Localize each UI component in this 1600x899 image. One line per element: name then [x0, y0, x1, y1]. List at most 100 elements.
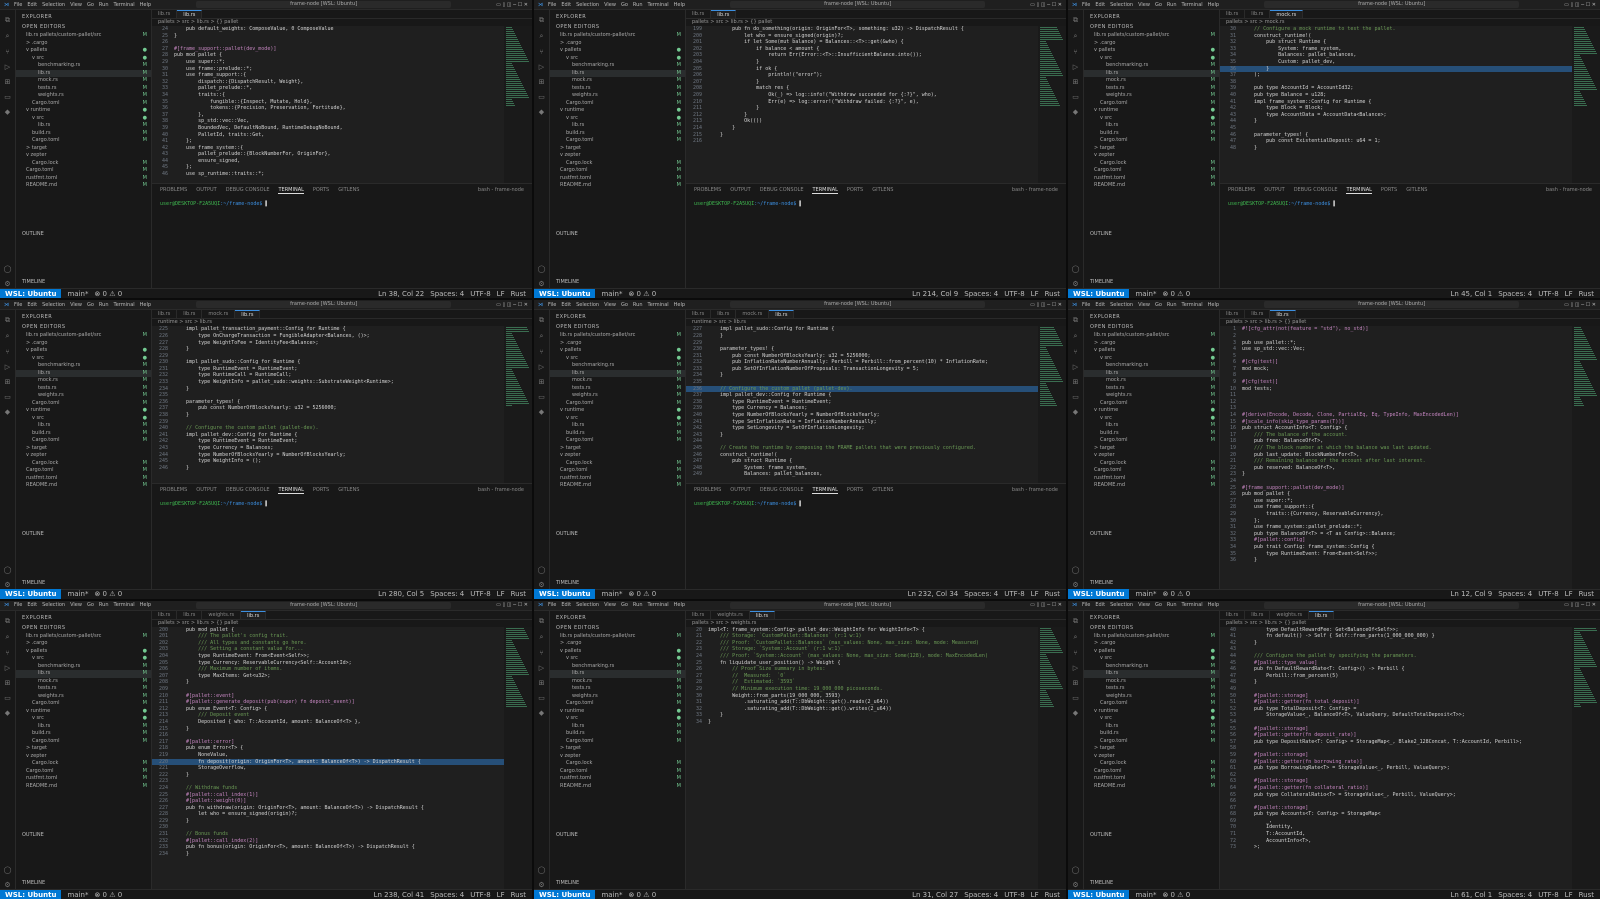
menu-item-file[interactable]: File [1082, 602, 1090, 608]
panel-tab[interactable]: DEBUG CONSOLE [760, 187, 804, 194]
tree-item[interactable]: v zepter [1084, 753, 1219, 761]
language-mode[interactable]: Rust [1579, 891, 1594, 899]
run-debug-icon[interactable]: ▷ [1073, 63, 1078, 71]
extensions-icon[interactable]: ⊞ [1073, 378, 1079, 386]
account-icon[interactable]: ◯ [4, 265, 12, 273]
editor-tab[interactable]: lib.rs [235, 310, 261, 319]
search-icon[interactable]: ⌕ [540, 32, 544, 41]
remote-explorer-icon[interactable]: ▭ [538, 93, 545, 101]
line-ending[interactable]: LF [1031, 590, 1039, 598]
tree-item[interactable]: lib.rs pallets/custom-pallet/src M [550, 32, 685, 40]
explorer-icon[interactable]: ⧉ [1073, 16, 1078, 25]
tree-item[interactable]: README.md M [550, 182, 685, 190]
panel-tab[interactable]: OUTPUT [730, 487, 750, 494]
tree-item[interactable]: v src ● [1084, 55, 1219, 63]
outline-section[interactable]: OUTLINE [1084, 530, 1219, 538]
menu-item-go[interactable]: Go [87, 2, 94, 8]
editor-tab[interactable]: lib.rs [711, 10, 737, 18]
run-debug-icon[interactable]: ▷ [5, 63, 10, 71]
tree-item[interactable]: v src ● [550, 655, 685, 663]
tree-item[interactable]: Cargo.toml M [1084, 400, 1219, 408]
extensions-icon[interactable]: ⊞ [539, 378, 545, 386]
line-ending[interactable]: LF [497, 590, 505, 598]
terminal-shell-label[interactable]: bash - frame-node [1012, 487, 1058, 494]
panel-tab[interactable]: DEBUG CONSOLE [226, 487, 270, 494]
tree-item[interactable]: v src ● [1084, 355, 1219, 363]
code-editor[interactable]: 1 #![cfg_attr(not(feature = "std"), no_st… [1220, 326, 1600, 589]
settings-gear-icon[interactable]: ⚙ [4, 881, 10, 889]
tree-item[interactable]: build.rs M [16, 730, 151, 738]
run-debug-icon[interactable]: ▷ [539, 63, 544, 71]
tree-item[interactable]: > target [16, 745, 151, 753]
menu-item-edit[interactable]: Edit [1095, 2, 1105, 8]
editor-tab[interactable]: lib.rs [686, 610, 712, 619]
docker-icon[interactable]: ◆ [5, 408, 10, 416]
menu-item-go[interactable]: Go [621, 302, 628, 308]
menu-item-view[interactable]: View [1138, 602, 1150, 608]
minimap[interactable] [1572, 326, 1600, 589]
line-ending[interactable]: LF [1565, 290, 1573, 298]
menu-item-help[interactable]: Help [674, 602, 685, 608]
tree-item[interactable]: > .cargo [1084, 40, 1219, 48]
tree-item[interactable]: rustfmt.toml M [550, 175, 685, 183]
encoding[interactable]: UTF-8 [1538, 891, 1558, 899]
git-branch[interactable]: main* [1135, 290, 1156, 298]
menu-item-selection[interactable]: Selection [576, 602, 599, 608]
git-branch[interactable]: main* [1135, 590, 1156, 598]
menu-item-view[interactable]: View [70, 602, 82, 608]
settings-gear-icon[interactable]: ⚙ [4, 581, 10, 589]
encoding[interactable]: UTF-8 [1538, 290, 1558, 298]
tree-item[interactable]: Cargo.toml M [550, 738, 685, 746]
editor-tab[interactable]: weights.rs [202, 610, 242, 619]
tree-item[interactable]: v pallets ● [16, 648, 151, 656]
tree-item[interactable]: weights.rs M [16, 693, 151, 701]
account-icon[interactable]: ◯ [538, 866, 546, 874]
panel-tab[interactable]: PORTS [847, 187, 863, 194]
editor-tab[interactable]: lib.rs [1220, 10, 1246, 18]
terminal[interactable]: user@DESKTOP-F2A5UQI:~/frame-node$ ▌ [1220, 197, 1600, 211]
code-lines[interactable]: 200 pub mod pallet {201 /// The pallet's… [152, 627, 504, 889]
menu-item-terminal[interactable]: Terminal [1182, 602, 1203, 608]
tree-item[interactable]: v runtime ● [1084, 407, 1219, 415]
tree-item[interactable]: > .cargo [16, 340, 151, 348]
editor-tab[interactable]: lib.rs [1220, 310, 1246, 319]
menu-item-selection[interactable]: Selection [1110, 302, 1133, 308]
outline-section[interactable]: OUTLINE [16, 530, 151, 538]
menu-item-edit[interactable]: Edit [1095, 302, 1105, 308]
code-lines[interactable]: 24 pub default_weights: ComposeValue, 0 … [152, 26, 504, 183]
menu-item-go[interactable]: Go [87, 602, 94, 608]
indentation[interactable]: Spaces: 4 [964, 590, 998, 598]
tree-item[interactable]: lib.rs M [550, 670, 685, 678]
tree-item[interactable]: Cargo.toml M [16, 400, 151, 408]
window-controls[interactable]: ▭ ▯ ◫ ─ ☐ ✕ [1030, 2, 1062, 8]
code-lines[interactable]: 20 impl<T: frame_system::Config> pallet_d… [686, 627, 1038, 889]
line-ending[interactable]: LF [497, 290, 505, 298]
tree-item[interactable]: README.md M [1084, 482, 1219, 490]
explorer-icon[interactable]: ⧉ [539, 16, 544, 25]
tree-item[interactable]: Cargo.toml M [1084, 738, 1219, 746]
terminal-shell-label[interactable]: bash - frame-node [1546, 187, 1592, 194]
search-icon[interactable]: ⌕ [6, 633, 10, 642]
tree-item[interactable]: README.md M [16, 482, 151, 490]
minimap[interactable] [1572, 626, 1600, 889]
menu-item-go[interactable]: Go [621, 602, 628, 608]
tree-item[interactable]: benchmarking.rs M [16, 663, 151, 671]
editor-tab[interactable]: mock.rs [736, 310, 770, 319]
menu-item-edit[interactable]: Edit [27, 602, 37, 608]
editor-tab[interactable]: lib.rs [1309, 610, 1335, 619]
run-debug-icon[interactable]: ▷ [1073, 664, 1078, 672]
remote-explorer-icon[interactable]: ▭ [538, 393, 545, 401]
tree-item[interactable]: lib.rs M [1084, 369, 1219, 378]
tree-item[interactable]: weights.rs M [1084, 693, 1219, 701]
tree-item[interactable]: v src ● [1084, 415, 1219, 423]
tree-item[interactable]: Cargo.lock M [550, 460, 685, 468]
indentation[interactable]: Spaces: 4 [430, 290, 464, 298]
menu-item-view[interactable]: View [1138, 302, 1150, 308]
tree-item[interactable]: lib.rs M [550, 69, 685, 77]
tree-item[interactable]: lib.rs pallets/custom-pallet/src M [16, 32, 151, 40]
remote-explorer-icon[interactable]: ▭ [4, 93, 11, 101]
run-debug-icon[interactable]: ▷ [1073, 363, 1078, 371]
panel-tab[interactable]: PORTS [1381, 187, 1397, 194]
minimap[interactable] [504, 326, 532, 483]
line-ending[interactable]: LF [1031, 891, 1039, 899]
